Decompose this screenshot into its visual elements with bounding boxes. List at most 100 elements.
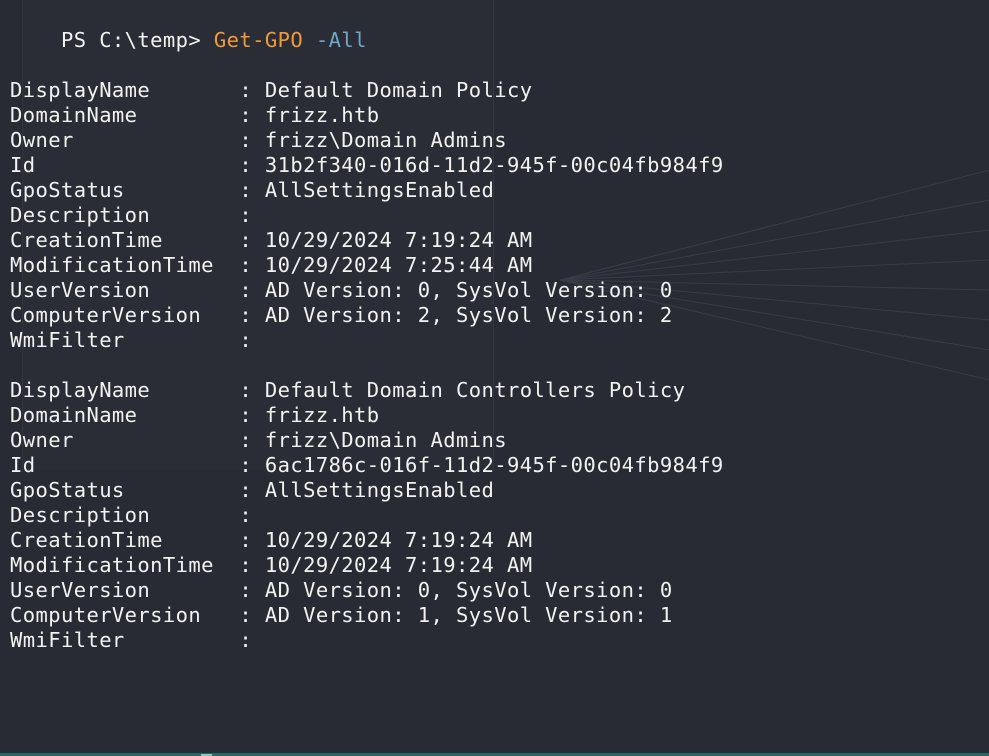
- gpo-property-line: ComputerVersion : AD Version: 2, SysVol …: [10, 303, 673, 328]
- gpo-property-key: GpoStatus: [10, 478, 125, 502]
- gpo-property-value: frizz.htb: [264, 103, 380, 127]
- key-value-separator: :: [226, 553, 265, 577]
- gpo-property-value: AllSettingsEnabled: [264, 478, 495, 502]
- terminal-window[interactable]: PS C:\temp> Get-GPO -All DisplayName : D…: [0, 0, 989, 756]
- gpo-property-value: AllSettingsEnabled: [264, 178, 495, 202]
- gpo-property-line: WmiFilter :: [10, 628, 265, 653]
- key-value-separator: :: [226, 253, 265, 277]
- key-value-separator: :: [226, 78, 265, 102]
- gpo-property-value: frizz\Domain Admins: [264, 428, 507, 452]
- current-prompt-line[interactable]: PS C:\temp>: [10, 728, 213, 756]
- key-padding: [125, 478, 227, 502]
- gpo-property-key: Id: [10, 153, 36, 177]
- gpo-property-line: ComputerVersion : AD Version: 1, SysVol …: [10, 603, 673, 628]
- key-value-separator: :: [226, 203, 265, 227]
- gpo-property-line: Description :: [10, 203, 265, 228]
- key-value-separator: :: [226, 128, 265, 152]
- gpo-property-line: Id : 6ac1786c-016f-11d2-945f-00c04fb984f…: [10, 453, 724, 478]
- gpo-property-value: Default Domain Controllers Policy: [264, 378, 686, 402]
- gpo-property-value: AD Version: 0, SysVol Version: 0: [264, 578, 673, 602]
- gpo-property-value: 10/29/2024 7:19:24 AM: [264, 228, 533, 252]
- key-padding: [150, 378, 226, 402]
- gpo-property-key: ModificationTime: [10, 253, 214, 277]
- gpo-property-line: Owner : frizz\Domain Admins: [10, 128, 507, 153]
- key-padding: [214, 553, 227, 577]
- key-padding: [163, 528, 227, 552]
- gpo-property-value: frizz.htb: [264, 403, 380, 427]
- gpo-property-line: CreationTime : 10/29/2024 7:19:24 AM: [10, 528, 532, 553]
- gpo-property-value: frizz\Domain Admins: [264, 128, 507, 152]
- key-value-separator: :: [226, 178, 265, 202]
- key-padding: [137, 403, 226, 427]
- gpo-property-line: WmiFilter :: [10, 328, 265, 353]
- gpo-property-key: CreationTime: [10, 528, 163, 552]
- gpo-property-value: 10/29/2024 7:25:44 AM: [264, 253, 533, 277]
- gpo-property-line: DisplayName : Default Domain Policy: [10, 78, 532, 103]
- gpo-property-key: DomainName: [10, 103, 138, 127]
- key-value-separator: :: [226, 153, 265, 177]
- key-padding: [201, 303, 226, 327]
- gpo-property-key: DisplayName: [10, 378, 151, 402]
- gpo-property-value: AD Version: 0, SysVol Version: 0: [264, 278, 673, 302]
- gpo-property-value: 10/29/2024 7:19:24 AM: [264, 553, 533, 577]
- gpo-property-value: 6ac1786c-016f-11d2-945f-00c04fb984f9: [264, 453, 724, 477]
- key-value-separator: :: [226, 503, 265, 527]
- key-padding: [137, 103, 226, 127]
- gpo-property-key: WmiFilter: [10, 628, 125, 652]
- key-value-separator: :: [226, 378, 265, 402]
- command-line: PS C:\temp> Get-GPO -All: [10, 3, 367, 52]
- gpo-property-key: DomainName: [10, 403, 138, 427]
- key-value-separator: :: [226, 453, 265, 477]
- key-padding: [125, 628, 227, 652]
- command-parameter: -All: [315, 28, 367, 52]
- key-value-separator: :: [226, 578, 265, 602]
- gpo-property-line: GpoStatus : AllSettingsEnabled: [10, 478, 494, 503]
- key-value-separator: :: [226, 303, 265, 327]
- gpo-property-key: ModificationTime: [10, 553, 214, 577]
- key-value-separator: :: [226, 528, 265, 552]
- gpo-property-key: UserVersion: [10, 278, 151, 302]
- key-padding: [125, 178, 227, 202]
- key-padding: [150, 203, 226, 227]
- gpo-property-line: DomainName : frizz.htb: [10, 103, 380, 128]
- gpo-property-key: Id: [10, 453, 36, 477]
- gpo-property-line: Description :: [10, 503, 265, 528]
- key-value-separator: :: [226, 403, 265, 427]
- gpo-property-key: ComputerVersion: [10, 603, 202, 627]
- gpo-property-line: DomainName : frizz.htb: [10, 403, 380, 428]
- gpo-property-key: DisplayName: [10, 78, 151, 102]
- gpo-property-line: CreationTime : 10/29/2024 7:19:24 AM: [10, 228, 532, 253]
- gpo-property-key: CreationTime: [10, 228, 163, 252]
- key-padding: [35, 153, 226, 177]
- key-value-separator: :: [226, 478, 265, 502]
- key-padding: [214, 253, 227, 277]
- key-value-separator: :: [226, 428, 265, 452]
- gpo-property-line: ModificationTime : 10/29/2024 7:25:44 AM: [10, 253, 532, 278]
- gpo-property-line: DisplayName : Default Domain Controllers…: [10, 378, 685, 403]
- gpo-property-key: WmiFilter: [10, 328, 125, 352]
- gpo-property-line: GpoStatus : AllSettingsEnabled: [10, 178, 494, 203]
- gpo-property-key: UserVersion: [10, 578, 151, 602]
- gpo-property-value: AD Version: 1, SysVol Version: 1: [264, 603, 673, 627]
- gpo-property-line: UserVersion : AD Version: 0, SysVol Vers…: [10, 278, 673, 303]
- key-value-separator: :: [226, 628, 265, 652]
- key-value-separator: :: [226, 278, 265, 302]
- gpo-property-value: 31b2f340-016d-11d2-945f-00c04fb984f9: [264, 153, 724, 177]
- key-padding: [150, 78, 226, 102]
- gpo-property-key: Owner: [10, 428, 74, 452]
- gpo-property-key: Owner: [10, 128, 74, 152]
- gpo-property-line: Id : 31b2f340-016d-11d2-945f-00c04fb984f…: [10, 153, 724, 178]
- key-padding: [163, 228, 227, 252]
- key-padding: [201, 603, 226, 627]
- gpo-property-line: Owner : frizz\Domain Admins: [10, 428, 507, 453]
- gpo-property-key: Description: [10, 503, 151, 527]
- gpo-property-key: Description: [10, 203, 151, 227]
- gpo-property-value: Default Domain Policy: [264, 78, 533, 102]
- key-padding: [74, 128, 227, 152]
- key-padding: [74, 428, 227, 452]
- gpo-property-value: AD Version: 2, SysVol Version: 2: [264, 303, 673, 327]
- command-name: Get-GPO: [213, 28, 304, 52]
- key-value-separator: :: [226, 103, 265, 127]
- key-padding: [150, 503, 226, 527]
- gpo-property-line: UserVersion : AD Version: 0, SysVol Vers…: [10, 578, 673, 603]
